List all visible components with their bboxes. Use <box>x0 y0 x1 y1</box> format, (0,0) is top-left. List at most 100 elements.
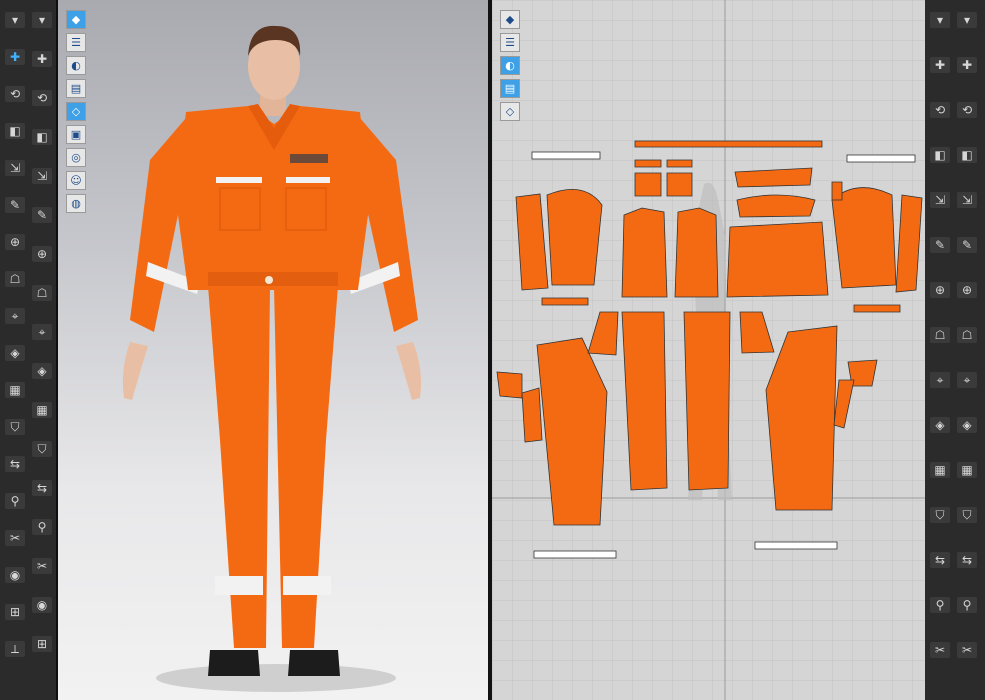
tape-strip-4-piece[interactable] <box>754 541 838 550</box>
rectangle-icon[interactable]: ⟲ <box>930 102 950 118</box>
cuff-left-piece[interactable] <box>541 297 589 306</box>
right-sleeve <box>360 118 418 332</box>
measure-line-icon[interactable]: ▦ <box>957 462 977 478</box>
pocket-flap-2-piece[interactable] <box>666 159 693 168</box>
drape-icon[interactable]: ✎ <box>5 197 25 213</box>
cuff-right-piece[interactable] <box>853 304 901 313</box>
front-right-piece[interactable] <box>674 207 719 298</box>
graphic-icon[interactable]: ⛉ <box>32 441 52 457</box>
pants-back-right-piece[interactable] <box>683 311 731 491</box>
left-toolbar: ▾ ✚ ⟲ ◧ ⇲ ✎ ⊕ ☖ ⌖ ◈ ▦ ⛉ ⇆ ⚲ ✂ ◉ ⊞ ⟂ ▾ ✚ ⟲ ◧ ⇲ ✎ ⊕ ☖ ⌖ ◈ ▦ ⛉ ⇆ ⚲ ✂ ◉ ⊞ <box>0 0 58 700</box>
gather-icon[interactable]: ▦ <box>32 402 52 418</box>
topstitch-icon[interactable]: ◈ <box>32 363 52 379</box>
texture-icon[interactable]: ☖ <box>32 285 52 301</box>
collar-band-piece[interactable] <box>634 140 823 148</box>
sew-pattern-icon[interactable]: ⊕ <box>957 282 977 298</box>
line-icon[interactable]: ✎ <box>32 207 52 223</box>
text-icon[interactable]: ⛉ <box>930 507 950 523</box>
bug-icon[interactable]: ✂ <box>957 642 977 658</box>
pocket-flap-1-piece[interactable] <box>634 159 662 168</box>
shirt-preview-icon[interactable]: ✎ <box>957 237 977 253</box>
fold-arrange-icon[interactable]: ⟲ <box>957 102 977 118</box>
dart-icon[interactable]: ✎ <box>930 237 950 253</box>
button-icon[interactable]: ⊞ <box>5 604 25 620</box>
circle-icon[interactable]: ⇲ <box>930 192 950 208</box>
hanger-icon[interactable]: ⚲ <box>5 493 25 509</box>
eye-icon[interactable]: ◆ <box>500 10 520 29</box>
floor-shadow <box>156 664 396 692</box>
arrow-down-icon[interactable]: ▾ <box>5 12 25 28</box>
flip-icon[interactable]: ◉ <box>32 597 52 613</box>
polygon-icon[interactable]: ◧ <box>930 147 950 163</box>
sewing-icon[interactable]: ⇆ <box>5 456 25 472</box>
seam-line-icon[interactable]: ☖ <box>930 327 950 343</box>
symmetry-icon[interactable]: ✂ <box>930 642 950 658</box>
pocket-2-piece[interactable] <box>666 172 693 197</box>
edit-curve-icon[interactable]: ⌖ <box>930 372 950 388</box>
pin-icon[interactable]: ⌖ <box>5 308 25 324</box>
puckering-icon[interactable]: ⇆ <box>32 480 52 496</box>
redo-icon[interactable]: ✚ <box>957 57 977 73</box>
avatar-icon[interactable]: ☖ <box>5 271 25 287</box>
block-icon[interactable]: ✂ <box>32 558 52 574</box>
grid-icon[interactable]: ⚲ <box>930 597 950 613</box>
pocket-1-piece[interactable] <box>634 172 662 197</box>
garment-view-icon[interactable]: ☰ <box>500 33 520 52</box>
front-left-piece[interactable] <box>621 207 668 298</box>
viewport-3d[interactable]: ◆ ☰ ◐ ▤ ◇ ▣ ◎ ☺ ◍ <box>58 0 488 700</box>
sleeve-right-piece[interactable] <box>831 187 897 289</box>
zipper-icon[interactable]: ⟂ <box>5 641 25 657</box>
info-icon[interactable]: ◐ <box>500 56 520 75</box>
transform-pattern-icon[interactable]: ⟲ <box>5 86 25 102</box>
stitch-icon[interactable]: ⛉ <box>957 507 977 523</box>
select-icon[interactable]: ▾ <box>930 12 950 28</box>
rotate-garment-icon[interactable]: ◧ <box>5 123 25 139</box>
cut-icon[interactable]: ◉ <box>5 567 25 583</box>
tape-strip-3-piece[interactable] <box>533 550 617 559</box>
sleeve-left-piece[interactable] <box>546 189 603 286</box>
button-place-icon[interactable]: ⌖ <box>32 324 52 340</box>
name-badge <box>290 154 328 163</box>
fabric-icon[interactable]: ⊕ <box>32 246 52 262</box>
tack-icon[interactable]: ⊕ <box>5 234 25 250</box>
trim-icon[interactable]: ⚲ <box>32 519 52 535</box>
ruler-icon[interactable]: ▦ <box>930 462 950 478</box>
buttonhole-icon[interactable]: ⇆ <box>957 552 977 568</box>
select-mesh-icon[interactable]: ✚ <box>32 51 52 67</box>
fold-icon[interactable]: ⇲ <box>5 160 25 176</box>
pants-pocket-left-piece[interactable] <box>496 371 523 399</box>
undo-icon[interactable]: ▾ <box>957 12 977 28</box>
left-boot <box>208 650 260 676</box>
viewport-2d-pattern[interactable]: ◆ ☰ ◐ ▤ ◇ <box>492 0 925 700</box>
back-piece[interactable] <box>726 221 829 298</box>
shirt-icon[interactable]: ⛉ <box>5 419 25 435</box>
pattern-canvas[interactable] <box>492 0 925 700</box>
pattern-view-icon[interactable]: ▤ <box>500 79 520 98</box>
annotation-icon[interactable]: ⇆ <box>930 552 950 568</box>
brush-icon[interactable]: ⟲ <box>32 90 52 106</box>
avatar-3d[interactable] <box>58 0 488 700</box>
measure-icon[interactable]: ✂ <box>5 530 25 546</box>
segment-sew-icon[interactable]: ☖ <box>957 327 977 343</box>
internal-line-icon[interactable]: ⊕ <box>930 282 950 298</box>
pants-pocket-left-2-piece[interactable] <box>521 387 543 443</box>
add-pattern-icon[interactable]: ✚ <box>930 57 950 73</box>
iron-icon[interactable]: ⇲ <box>957 192 977 208</box>
block-arrange-icon[interactable]: ⚲ <box>957 597 977 613</box>
expand-icon[interactable]: ⊞ <box>32 636 52 652</box>
small-tab-1-piece[interactable] <box>831 181 843 201</box>
tape-strip-1-piece[interactable] <box>531 151 601 160</box>
pattern-icon[interactable]: ▦ <box>5 382 25 398</box>
tape-strip-2-piece[interactable] <box>846 154 916 163</box>
walk-icon[interactable]: ▾ <box>32 12 52 28</box>
seam-icon[interactable]: ⇲ <box>32 168 52 184</box>
notch-icon[interactable]: ◈ <box>957 417 977 433</box>
unfold-icon[interactable]: ◧ <box>957 147 977 163</box>
move-icon[interactable]: ✚ <box>5 49 25 65</box>
back-yoke-piece[interactable] <box>736 194 816 218</box>
grade-icon[interactable]: ◈ <box>930 417 950 433</box>
edit-mesh-icon[interactable]: ◧ <box>32 129 52 145</box>
free-sew-icon[interactable]: ⌖ <box>957 372 977 388</box>
edit-point-icon[interactable]: ◈ <box>5 345 25 361</box>
avatar-silhouette-icon[interactable]: ◇ <box>500 102 520 121</box>
